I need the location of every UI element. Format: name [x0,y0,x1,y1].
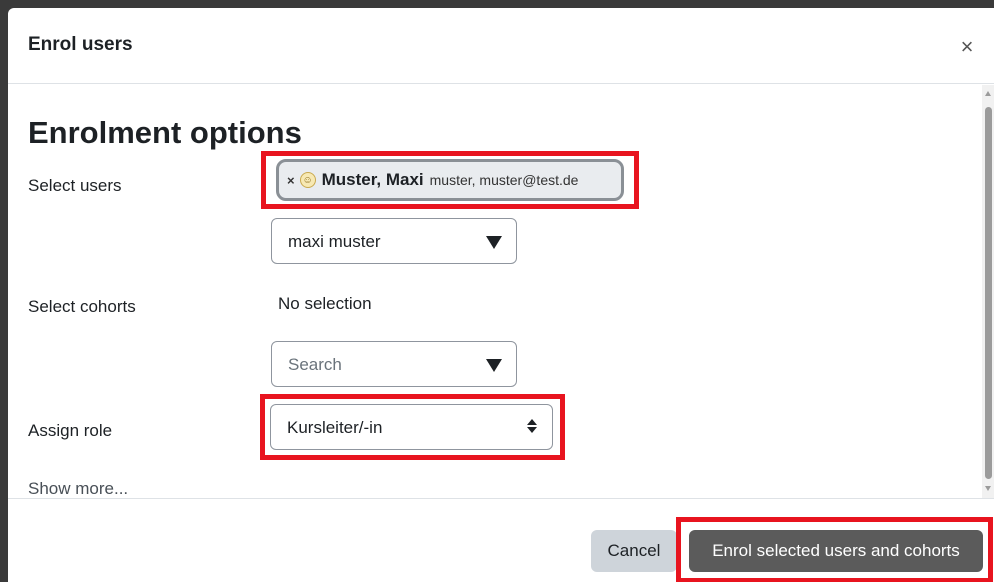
users-search-value: maxi muster [288,232,381,251]
select-updown-icon [526,416,538,436]
dialog-title: Enrol users [28,34,133,55]
selected-user-chip[interactable]: × ☺ Muster, Maxi muster, muster@test.de [276,159,624,201]
user-avatar-icon: ☺ [299,172,316,188]
dialog-scrollbar[interactable] [982,85,994,498]
assign-role-select[interactable]: Kursleiter/-in [270,404,553,450]
chip-user-detail: muster, muster@test.de [429,172,579,188]
assign-role-value: Kursleiter/-in [287,418,383,437]
dialog-header: Enrol users × [8,8,994,84]
scroll-up-icon[interactable] [985,91,991,96]
dropdown-caret-icon[interactable] [486,236,502,249]
cohorts-search-select[interactable]: Search [271,341,517,387]
scroll-down-icon[interactable] [985,486,991,491]
assign-role-label: Assign role [28,421,113,440]
close-icon[interactable]: × [956,36,978,58]
users-search-select[interactable]: maxi muster [271,218,517,264]
dialog-footer: Cancel Enrol selected users and cohorts [8,498,994,582]
dropdown-caret-icon[interactable] [486,359,502,372]
cohorts-search-placeholder: Search [288,355,342,374]
enrol-submit-button[interactable]: Enrol selected users and cohorts [689,530,983,572]
cohorts-selection-status: No selection [278,294,372,313]
select-users-label: Select users [28,176,122,195]
chip-user-name: Muster, Maxi [321,170,424,189]
show-more-link[interactable]: Show more... [28,479,128,498]
dialog-body: Enrolment options Select users × ☺ Muste… [8,85,994,498]
section-heading: Enrolment options [28,115,302,150]
cancel-button[interactable]: Cancel [591,530,677,572]
scroll-thumb[interactable] [985,107,992,479]
remove-user-icon[interactable]: × [287,173,295,188]
select-cohorts-label: Select cohorts [28,297,136,316]
enrol-users-dialog: Enrol users × Enrolment options Select u… [8,8,994,582]
